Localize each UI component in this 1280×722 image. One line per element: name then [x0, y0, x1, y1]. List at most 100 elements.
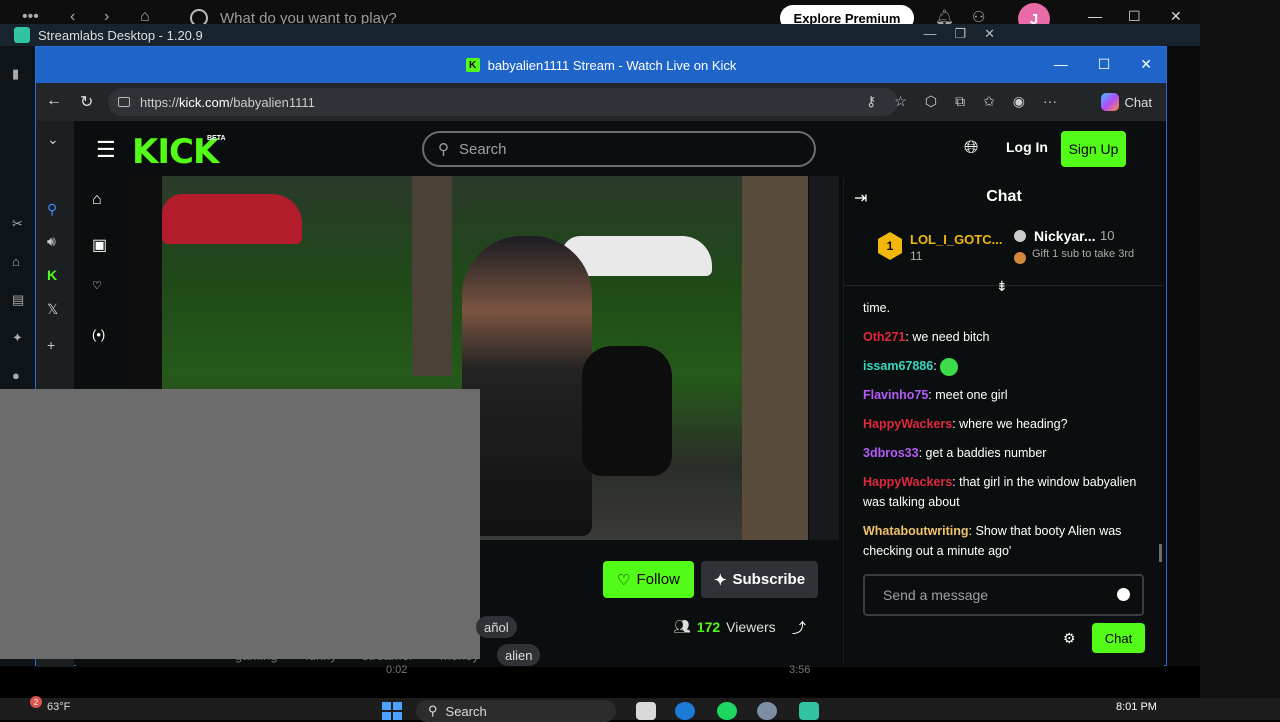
- streamlabs-icon[interactable]: [799, 702, 819, 720]
- taskbar-search[interactable]: ⚲ Search: [416, 700, 616, 722]
- chat-username[interactable]: Oth271: [863, 330, 905, 344]
- emoji-icon[interactable]: [1117, 588, 1130, 601]
- back-arrow-icon[interactable]: ←: [46, 92, 62, 110]
- maximize-icon[interactable]: ❐: [954, 26, 966, 42]
- close-icon[interactable]: ✕: [984, 26, 995, 42]
- gift-leaderboard: 1 LOL_I_GOTC... 11 Nickyar... 10 Gift 1 …: [844, 216, 1164, 286]
- file-explorer-icon[interactable]: [636, 702, 656, 720]
- chat-messages: time. Oth271: we need bitch issam67886: Fl…: [863, 298, 1153, 570]
- background-right-area: [1166, 46, 1200, 666]
- kick-logo[interactable]: KICK: [132, 132, 219, 172]
- subscribe-button[interactable]: ✦ Subscribe: [701, 561, 818, 598]
- gear-icon[interactable]: ⚙: [1063, 630, 1076, 647]
- kick-search-input[interactable]: ⚲ Search: [422, 131, 816, 167]
- emote-icon: [940, 357, 959, 376]
- share-icon[interactable]: ⤴: [792, 618, 806, 638]
- send-message-input[interactable]: Send a message: [863, 574, 1144, 616]
- scroll-down-icon[interactable]: ⇟: [996, 278, 1008, 295]
- chat-panel: ⇥ Chat 1 LOL_I_GOTC... 11 Nickyar... 10 …: [843, 178, 1164, 664]
- maximize-icon[interactable]: ☐: [1098, 56, 1111, 73]
- close-icon[interactable]: ✕: [1140, 56, 1152, 73]
- tools-icon[interactable]: ✂: [12, 216, 23, 232]
- signup-button[interactable]: Sign Up: [1061, 131, 1126, 167]
- subscribe-label: Subscribe: [732, 571, 806, 588]
- chat-username[interactable]: HappyWackers: [863, 417, 952, 431]
- minimize-icon[interactable]: —: [1054, 56, 1068, 73]
- follow-button[interactable]: ♡ Follow: [603, 561, 694, 598]
- third-place-icon: [1014, 252, 1026, 264]
- video-side-gap: [809, 176, 839, 540]
- video-scene-tree: [412, 176, 452, 376]
- home-icon[interactable]: ⌂: [92, 191, 102, 209]
- chat-message: 3dbros33: get a baddies number: [863, 446, 1047, 460]
- globe-icon[interactable]: 🌐︎: [964, 137, 978, 158]
- new-tab-plus-icon[interactable]: +: [47, 337, 55, 353]
- viewer-count: 👥︎ 172 Viewers: [673, 618, 776, 635]
- close-icon[interactable]: ✕: [1170, 8, 1182, 25]
- leader-second-name[interactable]: Nickyar...: [1034, 228, 1096, 244]
- store-icon[interactable]: ⌂: [12, 254, 20, 269]
- chevron-down-icon[interactable]: ⌄: [47, 131, 59, 148]
- split-screen-icon[interactable]: ⧉: [955, 93, 965, 110]
- video-scene-red-car: [162, 194, 302, 244]
- ai-icon[interactable]: ✦: [12, 330, 23, 346]
- streamlabs-logo-icon: [14, 27, 30, 43]
- record-icon[interactable]: ●: [12, 368, 20, 383]
- settings-icon[interactable]: [757, 702, 777, 720]
- refresh-icon[interactable]: ↻: [80, 92, 93, 112]
- search-icon[interactable]: ⚲: [47, 201, 57, 218]
- first-place-medal-icon: 1: [878, 232, 902, 260]
- chat-send-button[interactable]: Chat: [1092, 623, 1145, 653]
- second-place-icon: [1014, 230, 1026, 242]
- editor-icon[interactable]: ▮: [12, 66, 19, 82]
- weather-temp[interactable]: 63°F: [47, 701, 70, 713]
- browse-icon[interactable]: ▣: [92, 235, 107, 255]
- x-tab-icon[interactable]: 𝕏: [47, 301, 58, 318]
- chat-username[interactable]: HappyWackers: [863, 475, 952, 489]
- chat-username[interactable]: issam67886: [863, 359, 933, 373]
- search-icon: ⚲: [428, 703, 438, 718]
- edge-icon[interactable]: [675, 702, 695, 720]
- video-scene-streamer: [462, 236, 592, 536]
- tag-alien[interactable]: alien: [497, 644, 541, 666]
- url-bar[interactable]: https://kick.com/babyalien1111: [108, 88, 898, 116]
- chat-username[interactable]: Whataboutwriting: [863, 524, 969, 538]
- layout-icon[interactable]: ▤: [12, 292, 24, 308]
- minimize-icon[interactable]: —: [923, 26, 936, 42]
- hamburger-menu-icon[interactable]: ☰: [96, 137, 116, 163]
- minimize-icon[interactable]: —: [1088, 8, 1102, 24]
- windows-start-icon[interactable]: [382, 702, 402, 720]
- favorite-star-icon[interactable]: ☆: [894, 93, 907, 110]
- chat-scrollbar[interactable]: [1159, 544, 1162, 562]
- chat-message-text: get a baddies number: [925, 446, 1047, 460]
- windows-taskbar: 2 63°F ⚲ Search 8:01 PM: [0, 696, 1280, 722]
- video-scene-tree-right: [742, 176, 808, 540]
- chat-username[interactable]: Flavinho75: [863, 388, 928, 402]
- kick-header: ☰ KICK BETA ⚲ Search 🌐︎ Log In Sign Up: [76, 121, 1164, 177]
- extensions-icon[interactable]: ⬡: [925, 93, 937, 110]
- key-icon[interactable]: ⚷: [866, 93, 876, 110]
- live-broadcast-icon[interactable]: (•): [92, 327, 105, 342]
- maximize-icon[interactable]: ☐: [1128, 8, 1141, 25]
- copilot-chat-button[interactable]: Chat: [1100, 93, 1152, 111]
- copilot-label: Chat: [1124, 94, 1152, 110]
- chat-message-text: time.: [863, 301, 891, 315]
- follow-label: Follow: [636, 571, 680, 588]
- following-heart-icon[interactable]: ♡: [92, 279, 102, 292]
- time-elapsed: 0:02: [386, 664, 408, 676]
- tag-ghost: money: [440, 648, 480, 663]
- streamlabs-titlebar: Streamlabs Desktop - 1.20.9 — ❐ ✕: [0, 24, 1200, 46]
- viewers-label: Viewers: [726, 618, 776, 635]
- tag-language[interactable]: añol: [476, 616, 517, 638]
- leader-first-name[interactable]: LOL_I_GOTC...: [910, 232, 1002, 247]
- spotify-icon[interactable]: [717, 702, 737, 720]
- login-link[interactable]: Log In: [1006, 139, 1048, 155]
- kick-search-placeholder: Search: [459, 140, 507, 158]
- favorites-icon[interactable]: ✩: [983, 93, 995, 110]
- chat-message-text: where we heading?: [959, 417, 1068, 431]
- profile-icon[interactable]: ◉: [1013, 93, 1025, 110]
- speaker-icon[interactable]: 🔊︎: [47, 233, 56, 250]
- chat-username[interactable]: 3dbros33: [863, 446, 919, 460]
- kick-tab-icon[interactable]: K: [47, 267, 57, 283]
- more-icon[interactable]: ···: [1043, 93, 1057, 110]
